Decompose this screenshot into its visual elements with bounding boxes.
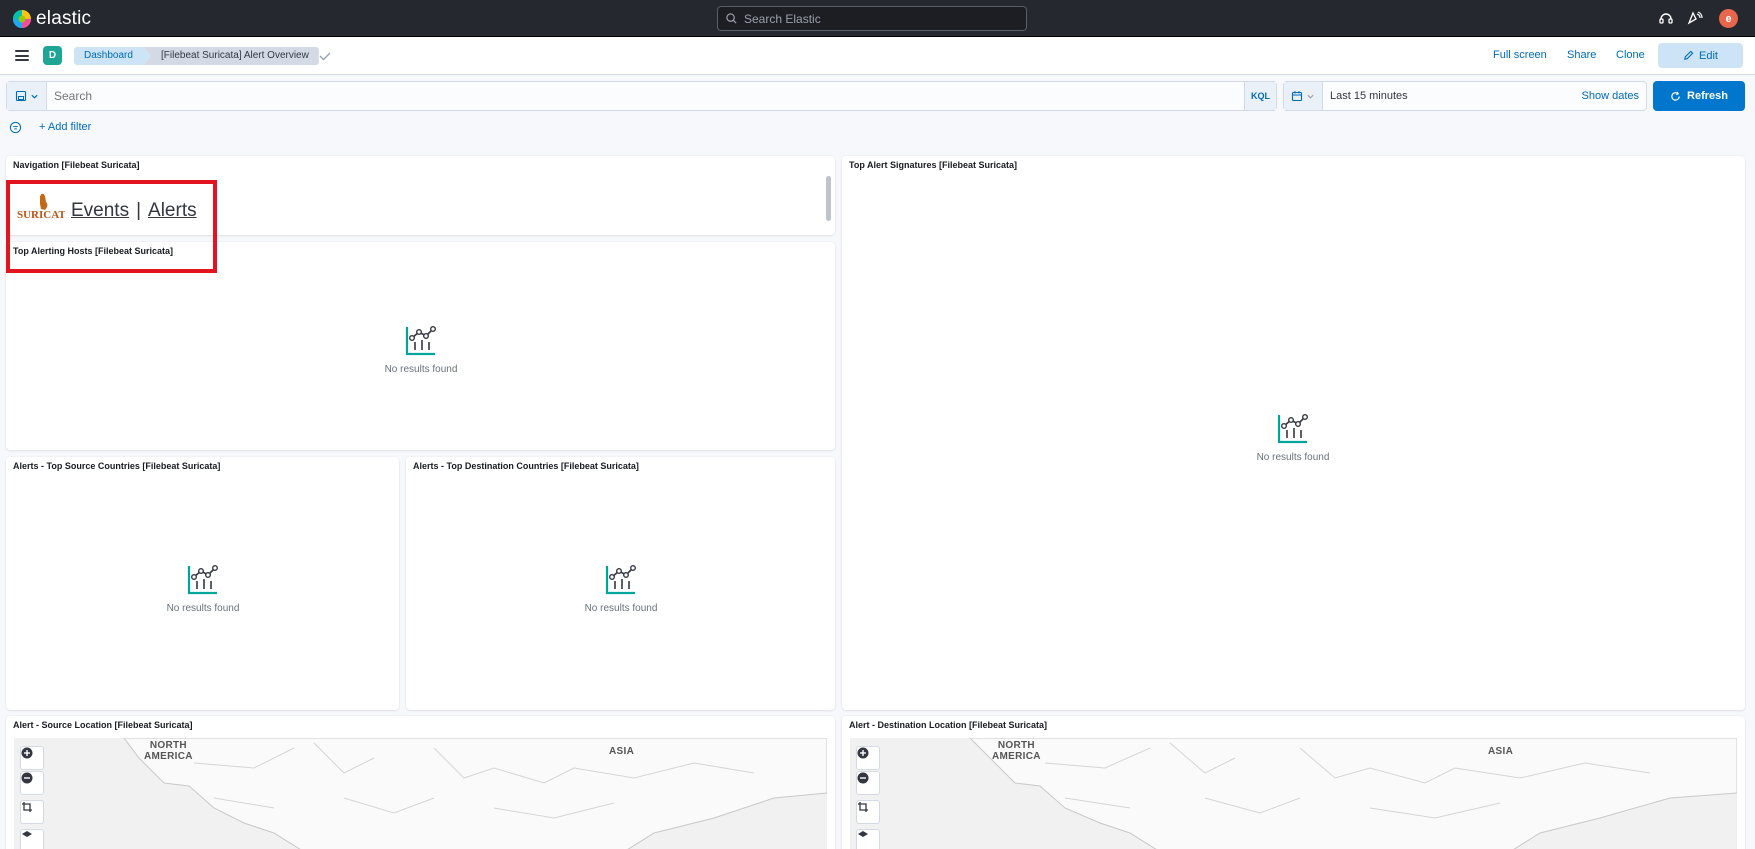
- refresh-icon: [1671, 91, 1680, 101]
- brand-name: elastic: [36, 8, 92, 29]
- chevron-down-icon: [1307, 94, 1314, 99]
- add-filter-button[interactable]: + Add filter: [39, 121, 91, 133]
- empty-state: No results found: [366, 324, 476, 375]
- plus-icon: [857, 747, 869, 759]
- zoom-in-button[interactable]: [856, 746, 880, 770]
- edit-button-label: Edit: [1699, 49, 1718, 62]
- world-map-graphic: [969, 738, 1737, 849]
- scrollbar[interactable]: [826, 176, 831, 221]
- global-header: elastic Search Elastic e: [0, 0, 1755, 37]
- layer-control-button[interactable]: [20, 829, 44, 849]
- layers-icon: [858, 831, 868, 837]
- minus-icon: [21, 772, 33, 784]
- layers-icon: [22, 831, 32, 837]
- panel-title: Alerts - Top Source Countries [Filebeat …: [13, 461, 221, 471]
- global-search-placeholder: Search Elastic: [744, 11, 821, 26]
- elastic-logo[interactable]: elastic: [12, 8, 91, 30]
- panel-top-source-countries: Alerts - Top Source Countries [Filebeat …: [6, 457, 399, 710]
- zoom-out-button[interactable]: [20, 771, 44, 795]
- app-header: D Dashboard [Filebeat Suricata] Alert Ov…: [0, 37, 1755, 75]
- map-label-asia: ASIA: [609, 746, 635, 757]
- saved-query-menu[interactable]: [7, 82, 47, 110]
- panel-destination-location: Alert - Destination Location [Filebeat S…: [842, 716, 1745, 849]
- query-bar: KQL: [6, 81, 1277, 111]
- newsfeed-icon[interactable]: [1687, 10, 1703, 26]
- map-label-asia: ASIA: [1488, 746, 1514, 757]
- panel-title: Top Alert Signatures [Filebeat Suricata]: [849, 160, 1018, 170]
- full-screen-button[interactable]: Full screen: [1493, 49, 1547, 61]
- calendar-icon: [1291, 91, 1303, 102]
- crop-icon: [858, 802, 868, 812]
- no-results-text: No results found: [584, 603, 658, 614]
- destination-location-map[interactable]: NORTH AMERICA ASIA: [850, 738, 1737, 849]
- map-label-north-america: NORTH AMERICA: [992, 740, 1041, 762]
- show-dates-button[interactable]: Show dates: [1582, 90, 1639, 102]
- no-results-text: No results found: [166, 603, 240, 614]
- zoom-in-button[interactable]: [20, 746, 44, 770]
- minus-icon: [857, 772, 869, 784]
- fit-to-data-button[interactable]: [20, 800, 44, 824]
- time-range-label[interactable]: Last 15 minutes: [1330, 90, 1408, 102]
- refresh-button[interactable]: Refresh: [1653, 81, 1745, 111]
- panel-title: Alerts - Top Destination Countries [File…: [413, 461, 639, 471]
- help-icon[interactable]: [1658, 10, 1674, 26]
- query-search-input[interactable]: [54, 89, 1054, 103]
- map-label-north-america: NORTH AMERICA: [144, 740, 193, 762]
- no-results-text: No results found: [1256, 452, 1330, 463]
- refresh-button-label: Refresh: [1687, 90, 1728, 102]
- panel-title: Navigation [Filebeat Suricata]: [13, 160, 140, 170]
- menu-icon[interactable]: [15, 50, 29, 61]
- panel-title: Alert - Destination Location [Filebeat S…: [849, 720, 1048, 730]
- chevron-down-icon: [30, 94, 38, 99]
- kql-language-switch[interactable]: KQL: [1244, 82, 1276, 110]
- filter-options-icon[interactable]: [9, 121, 22, 134]
- layer-control-button[interactable]: [856, 829, 880, 849]
- panel-title: Alert - Source Location [Filebeat Surica…: [13, 720, 193, 730]
- visualization-icon: [605, 565, 637, 595]
- panel-source-location: Alert - Source Location [Filebeat Surica…: [6, 716, 835, 849]
- share-button[interactable]: Share: [1567, 49, 1596, 61]
- panel-top-alert-signatures: Top Alert Signatures [Filebeat Suricata]…: [842, 156, 1745, 710]
- visualization-icon: [1277, 414, 1309, 444]
- no-results-text: No results found: [384, 364, 458, 375]
- zoom-out-button[interactable]: [856, 771, 880, 795]
- user-avatar[interactable]: e: [1719, 9, 1738, 28]
- empty-state: No results found: [1238, 412, 1348, 463]
- save-icon: [15, 90, 26, 102]
- breadcrumb-dashboard[interactable]: Dashboard: [74, 47, 151, 65]
- clone-button[interactable]: Clone: [1616, 49, 1645, 61]
- breadcrumb-current: [Filebeat Suricata] Alert Overview: [143, 47, 319, 65]
- global-search-input[interactable]: Search Elastic: [717, 6, 1027, 31]
- panel-top-alerting-hosts: Top Alerting Hosts [Filebeat Suricata] N…: [6, 242, 835, 450]
- source-location-map[interactable]: NORTH AMERICA ASIA: [14, 738, 827, 849]
- date-picker: Last 15 minutes Show dates: [1283, 81, 1647, 111]
- visualization-icon: [405, 326, 437, 356]
- search-icon: [726, 13, 737, 24]
- edit-button[interactable]: Edit: [1658, 43, 1743, 68]
- elastic-logo-icon: [12, 9, 32, 29]
- empty-state: No results found: [148, 563, 258, 614]
- visualization-icon: [187, 565, 219, 595]
- check-icon: [319, 52, 331, 61]
- annotation-highlight-box: [6, 180, 217, 273]
- panel-top-destination-countries: Alerts - Top Destination Countries [File…: [406, 457, 835, 710]
- quick-select-button[interactable]: [1284, 82, 1323, 110]
- fit-to-data-button[interactable]: [856, 800, 880, 824]
- pencil-icon: [1684, 50, 1694, 60]
- plus-icon: [21, 747, 33, 759]
- world-map-graphic: [123, 738, 827, 849]
- space-avatar[interactable]: D: [43, 46, 62, 65]
- crop-icon: [22, 802, 32, 812]
- empty-state: No results found: [566, 563, 676, 614]
